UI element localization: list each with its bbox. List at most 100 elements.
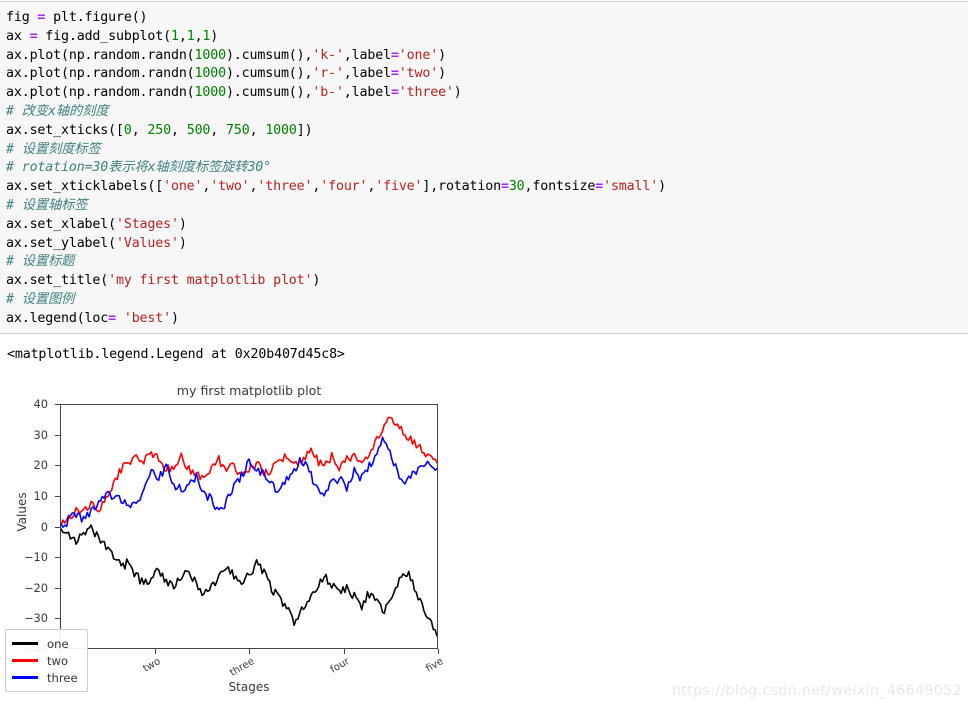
x-tick-label: two [140, 656, 162, 675]
code-token-plain: ) [438, 66, 446, 82]
code-token-plain: , [171, 122, 187, 138]
code-token-op: = [500, 179, 509, 195]
code-token-op: = [390, 66, 399, 82]
code-token-plain: fig [6, 10, 38, 25]
code-token-str: 'five' [375, 179, 423, 195]
series-line-two [61, 416, 437, 527]
code-token-plain: , [249, 122, 266, 138]
series-line-three [61, 436, 437, 529]
code-line: ax.plot(np.random.randn(1000).cumsum(),'… [6, 47, 968, 66]
code-line: # 设置标题 [6, 253, 968, 272]
code-token-plain: ).cumsum(), [225, 85, 313, 101]
code-token-plain: ) [438, 47, 446, 63]
matplotlib-figure: my first matplotlib plot Values 40 30 20 10… [0, 375, 480, 695]
code-cell[interactable]: fig = plt.figure() ax = fig.add_subplot(1… [0, 1, 968, 334]
code-token-com: # 设置轴标签 [6, 197, 88, 213]
chart-legend: one two three [5, 629, 88, 692]
code-token-plain: ax.set_xticklabels([ [6, 179, 164, 195]
code-token-plain: ],rotation [422, 179, 501, 195]
code-token-num: 30 [508, 179, 525, 195]
code-token-plain: ax.plot(np.random.randn( [6, 85, 195, 101]
code-token-com: # rotation=30表示将x轴刻度标签旋转30° [6, 160, 272, 176]
code-token-plain: ax [6, 28, 30, 44]
code-token-plain: , [178, 28, 187, 44]
x-tick-mark [343, 649, 345, 654]
code-token-plain: ) [210, 28, 219, 44]
code-line: # 设置轴标签 [6, 197, 968, 216]
code-token-plain: fig.add_subplot( [37, 28, 171, 44]
y-tick-label: −10 [23, 550, 48, 565]
code-token-plain: ,label [343, 66, 391, 82]
legend-item: three [12, 669, 78, 686]
code-token-str: 'my first matplotlib plot' [108, 273, 313, 289]
code-line: ax.legend(loc= 'best') [6, 310, 968, 329]
series-line-one [61, 524, 437, 637]
code-token-num: 1000 [265, 122, 297, 138]
code-line: # 改变x轴的刻度 [6, 103, 968, 122]
y-tick-label: 20 [33, 458, 49, 473]
code-token-str: 'one' [163, 179, 203, 195]
x-tick-label: four [328, 656, 351, 676]
code-token-plain: ax.set_ylabel( [6, 235, 116, 251]
y-tick-label: 10 [33, 488, 49, 503]
code-line: # 设置刻度标签 [6, 141, 968, 160]
code-token-num: 1000 [194, 66, 227, 82]
code-token-op: = [108, 310, 116, 326]
code-token-plain: ).cumsum(), [225, 47, 313, 63]
code-line: ax.plot(np.random.randn(1000).cumsum(),'… [6, 65, 968, 84]
code-token-str: 'r-' [312, 66, 344, 82]
code-token-num: 1 [186, 28, 195, 44]
code-line: fig = plt.figure() [6, 9, 968, 28]
code-line: ax.set_xticklabels(['one','two','three',… [6, 178, 968, 197]
code-token-str: 'Values' [115, 235, 179, 251]
code-token-plain: ax.plot(np.random.randn( [6, 47, 195, 63]
code-line: ax.set_xlabel('Stages') [6, 216, 968, 235]
legend-item: two [12, 652, 78, 669]
code-token-plain: , [210, 122, 227, 138]
legend-swatch-one [12, 642, 38, 645]
code-token-plain: ) [178, 235, 187, 251]
code-token-num: 750 [226, 122, 250, 138]
code-token-plain: ,fontsize [524, 179, 596, 195]
code-token-num: 1000 [194, 85, 227, 101]
notebook-page: fig = plt.figure() ax = fig.add_subplot(1… [0, 0, 968, 707]
code-line: ax.set_ylabel('Values') [6, 235, 968, 254]
x-tick-label: five [424, 656, 446, 675]
code-token-com: # 设置刻度标签 [6, 141, 101, 157]
series-canvas [61, 416, 437, 637]
code-token-plain: ax.plot(np.random.randn( [6, 66, 195, 82]
code-token-com: # 设置图例 [6, 291, 75, 307]
code-line: ax.set_xticks([0, 250, 500, 750, 1000]) [6, 122, 968, 141]
code-source[interactable]: fig = plt.figure() ax = fig.add_subplot(1… [6, 9, 968, 329]
code-token-com: # 改变x轴的刻度 [6, 103, 109, 119]
plot-area [60, 404, 438, 649]
y-tick-label: −30 [23, 611, 48, 626]
code-token-plain: ]) [296, 122, 313, 138]
y-tick-label: −20 [23, 580, 48, 595]
code-token-str: 'small' [603, 179, 659, 195]
legend-item: one [12, 635, 78, 652]
legend-label: two [47, 653, 69, 668]
code-token-str: 'two' [398, 66, 439, 82]
x-tick-mark [154, 649, 156, 654]
code-token-num: 500 [186, 122, 211, 138]
code-line: ax = fig.add_subplot(1,1,1) [6, 28, 968, 47]
code-token-plain: ).cumsum(), [225, 66, 313, 82]
code-token-str: 'k-' [312, 47, 344, 63]
code-token-plain: plt.figure() [45, 10, 148, 25]
code-token-op: = [595, 179, 604, 195]
code-line: ax.plot(np.random.randn(1000).cumsum(),'… [6, 84, 968, 103]
code-token-str: 'best' [123, 310, 171, 326]
code-token-plain: ) [170, 310, 179, 326]
code-token-plain: , [131, 122, 148, 138]
code-token-com: # 设置标题 [6, 254, 75, 270]
code-token-plain: ) [453, 85, 462, 101]
code-token-str: 'Stages' [115, 216, 179, 232]
code-token-str: 'four' [320, 179, 368, 195]
code-token-plain: ) [178, 216, 187, 232]
code-token-plain: ) [312, 273, 321, 289]
code-token-plain: ax.set_title( [6, 273, 109, 289]
code-token-num: 0 [123, 122, 132, 138]
legend-swatch-three [12, 676, 38, 679]
